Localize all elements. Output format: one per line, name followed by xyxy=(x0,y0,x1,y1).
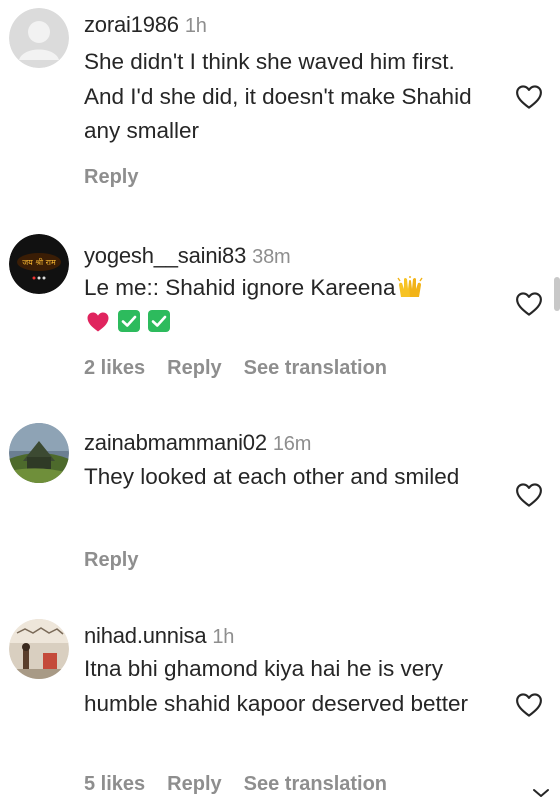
reply-button[interactable]: Reply xyxy=(167,773,221,795)
comment-time: 38m xyxy=(252,246,291,268)
like-heart-icon[interactable] xyxy=(514,82,544,112)
comment-text: She didn't I think she waved him first. … xyxy=(84,49,472,143)
profile-picture-icon xyxy=(9,423,69,483)
avatar[interactable] xyxy=(9,423,69,483)
emoji-row xyxy=(86,310,170,334)
chevron-down-icon[interactable] xyxy=(526,784,556,800)
red-heart-emoji-icon xyxy=(87,312,109,332)
check-mark-emoji-icon xyxy=(118,310,140,332)
comment-text: They looked at each other and smiled xyxy=(84,464,460,489)
comment-time: 1h xyxy=(184,15,207,37)
check-mark-emoji-icon xyxy=(148,310,170,332)
comment-time: 16m xyxy=(272,433,312,455)
reply-button[interactable]: Reply xyxy=(84,166,138,188)
profile-picture-icon xyxy=(9,619,69,679)
reply-button[interactable]: Reply xyxy=(84,549,138,571)
comment-username[interactable]: zorai1986 1h xyxy=(84,12,207,38)
comment-username[interactable]: nihad.unnisa 1h xyxy=(84,623,234,649)
comment-text: Itna bhi ghamond kiya hai he is very hum… xyxy=(84,656,468,716)
comment-actions: Reply xyxy=(84,549,160,572)
likes-count[interactable]: 2 likes xyxy=(84,357,145,379)
comment-username[interactable]: zainabmammani02 16m xyxy=(84,430,311,456)
profile-picture-icon: जय श्री राम xyxy=(9,234,69,294)
svg-text:जय श्री राम: जय श्री राम xyxy=(22,257,56,267)
comment-text: Le me:: Shahid ignore Kareena xyxy=(84,271,494,306)
avatar[interactable] xyxy=(9,8,69,68)
see-translation-button[interactable]: See translation xyxy=(244,773,387,795)
default-avatar-icon xyxy=(9,8,69,68)
see-translation-button[interactable]: See translation xyxy=(244,357,387,379)
like-heart-icon[interactable] xyxy=(514,690,544,720)
avatar[interactable] xyxy=(9,619,69,679)
reply-button[interactable]: Reply xyxy=(167,357,221,379)
like-heart-icon[interactable] xyxy=(514,289,544,319)
comment-actions: 5 likes Reply See translation xyxy=(84,773,409,796)
avatar[interactable]: जय श्री राम xyxy=(9,234,69,294)
like-heart-icon[interactable] xyxy=(514,480,544,510)
raising-hands-emoji-icon xyxy=(395,275,425,299)
comment-time: 1h xyxy=(212,626,235,648)
scrollbar-thumb[interactable] xyxy=(554,277,560,311)
comment-actions: 2 likes Reply See translation xyxy=(84,357,409,380)
comment-username[interactable]: yogesh__saini83 38m xyxy=(84,243,291,269)
comment-actions: Reply xyxy=(84,166,160,189)
likes-count[interactable]: 5 likes xyxy=(84,773,145,795)
